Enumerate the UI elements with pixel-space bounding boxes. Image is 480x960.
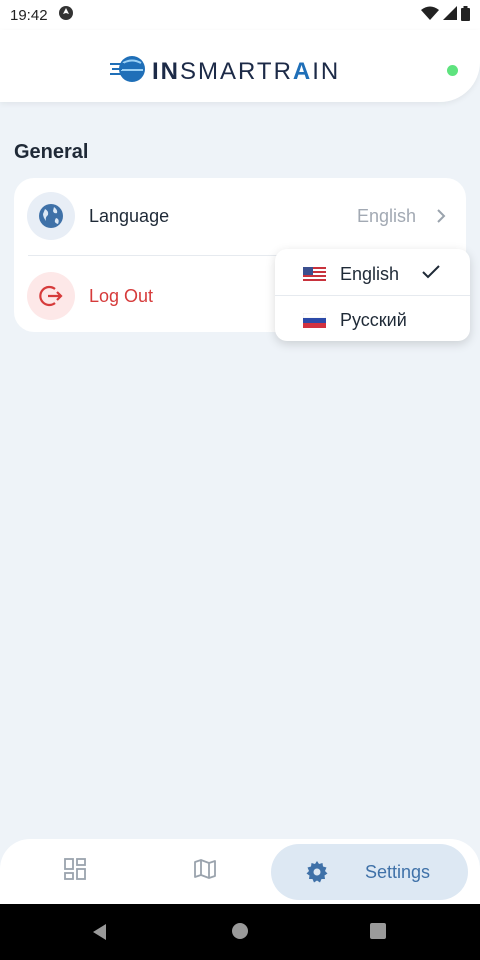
logo-text-a: A — [292, 57, 313, 85]
language-option-english[interactable]: English — [275, 249, 470, 296]
nav-map-button[interactable] — [160, 839, 250, 904]
globe-icon — [27, 192, 75, 240]
logout-icon — [27, 272, 75, 320]
dashboard-icon — [63, 857, 87, 886]
language-value: English — [356, 206, 416, 226]
signal-icon — [443, 6, 457, 24]
logo-mark-icon — [110, 54, 148, 89]
logo-text: INSMARTRAIN — [152, 58, 340, 86]
nav-settings-label: Settings — [365, 862, 431, 882]
logo-text-tail: IN — [312, 57, 341, 85]
system-navigation-bar — [0, 904, 480, 960]
back-icon[interactable] — [90, 922, 110, 947]
nav-settings-button[interactable]: Settings — [271, 844, 468, 900]
app-header: INSMARTRAIN — [0, 30, 480, 102]
app-notification-icon — [58, 5, 74, 25]
recents-icon[interactable] — [369, 922, 387, 945]
connection-status-dot — [447, 65, 458, 76]
us-flag-icon — [303, 267, 326, 282]
section-title-general: General — [14, 141, 89, 163]
ru-flag-icon — [302, 312, 327, 328]
language-setting-row[interactable]: Language English — [14, 178, 466, 254]
language-label: Language — [89, 206, 170, 226]
language-option-russian[interactable]: Русский — [275, 295, 470, 341]
logo-text-bold: IN — [152, 57, 180, 85]
nav-dashboard-button[interactable] — [30, 839, 120, 904]
check-icon — [422, 265, 440, 284]
gear-icon — [305, 860, 329, 889]
home-icon[interactable] — [231, 922, 249, 945]
map-icon — [193, 857, 217, 886]
status-time: 19:42 — [10, 6, 48, 24]
language-option-label: Русский — [340, 310, 407, 330]
battery-icon — [461, 5, 470, 25]
chevron-right-icon — [436, 208, 446, 229]
language-dropdown: English Русский — [275, 249, 470, 341]
bottom-navigation: Settings — [0, 839, 480, 904]
status-bar: 19:42 — [0, 0, 480, 30]
logo-text-light: SMARTR — [180, 57, 293, 85]
insmartrain-logo: INSMARTRAIN — [110, 54, 340, 89]
wifi-icon — [421, 6, 439, 24]
language-option-label: English — [340, 264, 400, 284]
logout-label: Log Out — [89, 286, 154, 306]
